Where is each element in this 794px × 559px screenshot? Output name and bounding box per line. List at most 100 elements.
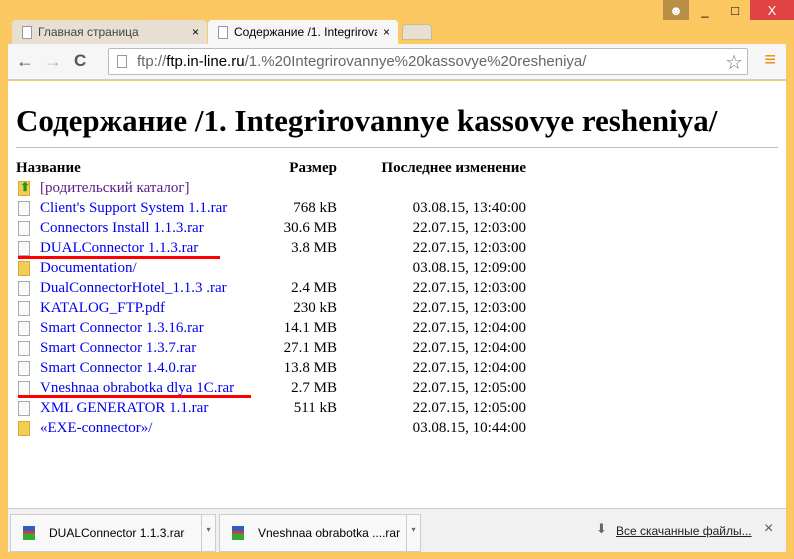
reload-button[interactable]: C (74, 51, 86, 71)
page-icon (218, 25, 228, 39)
file-size: 27.1 MB (283, 340, 337, 356)
file-link[interactable]: DualConnectorHotel_1.1.3 .rar (40, 280, 227, 297)
modified-date: 03.08.15, 13:40:00 (412, 200, 526, 216)
file-icon (18, 301, 30, 316)
close-downloads-bar-button[interactable]: × (764, 520, 773, 538)
file-icon (18, 341, 30, 356)
file-link[interactable]: DUALConnector 1.1.3.rar (40, 240, 198, 257)
file-icon (18, 361, 30, 376)
url-host: ftp.in-line.ru (166, 53, 245, 70)
modified-date: 22.07.15, 12:03:00 (412, 300, 526, 316)
red-underline-annotation (18, 256, 220, 259)
folder-icon (18, 261, 30, 276)
parent-directory-link[interactable]: [родительский каталог] (40, 180, 190, 197)
download-item[interactable]: Vneshnaa obrabotka ....rar ▾ (219, 514, 421, 552)
page-content: Содержание /1. Integrirovannye kassovye … (8, 81, 786, 508)
menu-icon[interactable]: ≡ (764, 49, 776, 72)
file-size: 2.4 MB (291, 280, 337, 296)
table-row: Smart Connector 1.4.0.rar 13.8 MB 22.07.… (8, 359, 548, 379)
file-size: 30.6 MB (283, 220, 337, 236)
download-filename: Vneshnaa obrabotka ....rar (258, 526, 401, 540)
file-link[interactable]: Smart Connector 1.3.7.rar (40, 340, 196, 357)
file-link[interactable]: Client's Support System 1.1.rar (40, 200, 227, 217)
file-icon (18, 221, 30, 236)
modified-date: 22.07.15, 12:05:00 (412, 380, 526, 396)
modified-date: 22.07.15, 12:03:00 (412, 240, 526, 256)
tab-title: Содержание /1. Integrirovannye (234, 25, 377, 39)
table-row: «EXE-connector»/ 03.08.15, 10:44:00 (8, 419, 548, 439)
file-link[interactable]: KATALOG_FTP.pdf (40, 300, 165, 317)
header-name[interactable]: Название (16, 160, 81, 177)
download-menu-dropdown[interactable]: ▾ (201, 515, 215, 551)
parent-directory-row[interactable]: ⬆ [родительский каталог] (8, 179, 548, 199)
tab-title: Главная страница (38, 25, 139, 39)
download-arrow-icon: ⬇ (596, 521, 607, 536)
download-filename: DUALConnector 1.1.3.rar (49, 526, 185, 540)
page-title: Содержание /1. Integrirovannye kassovye … (16, 103, 718, 138)
file-size: 3.8 MB (291, 240, 337, 256)
file-link[interactable]: Smart Connector 1.3.16.rar (40, 320, 204, 337)
file-link[interactable]: Connectors Install 1.1.3.rar (40, 220, 204, 237)
file-size: 13.8 MB (283, 360, 337, 376)
new-tab-button[interactable] (402, 24, 432, 40)
winrar-archive-icon (232, 526, 244, 540)
table-row: Client's Support System 1.1.rar 768 kB 0… (8, 199, 548, 219)
table-row: KATALOG_FTP.pdf 230 kB 22.07.15, 12:03:0… (8, 299, 548, 319)
file-icon (18, 241, 30, 256)
tab-home[interactable]: Главная страница × (12, 20, 207, 44)
folder-icon (18, 421, 30, 436)
download-item[interactable]: DUALConnector 1.1.3.rar ▾ (10, 514, 216, 552)
modified-date: 03.08.15, 12:09:00 (412, 260, 526, 276)
user-button[interactable]: ☻ (663, 0, 689, 20)
modified-date: 22.07.15, 12:03:00 (412, 280, 526, 296)
file-size: 2.7 MB (291, 380, 337, 396)
file-link[interactable]: XML GENERATOR 1.1.rar (40, 400, 208, 417)
tab-close-icon[interactable]: × (192, 25, 199, 39)
file-size: 230 kB (293, 300, 337, 316)
file-link[interactable]: Smart Connector 1.4.0.rar (40, 360, 196, 377)
table-row: Documentation/ 03.08.15, 12:09:00 (8, 259, 548, 279)
folder-link[interactable]: «EXE-connector»/ (40, 420, 152, 437)
parent-folder-icon: ⬆ (18, 180, 31, 196)
table-row: DualConnectorHotel_1.1.3 .rar 2.4 MB 22.… (8, 279, 548, 299)
url-path: /1.%20Integrirovannye%20kassovye%20reshe… (244, 53, 587, 70)
modified-date: 22.07.15, 12:04:00 (412, 320, 526, 336)
forward-button[interactable]: → (44, 51, 62, 72)
address-bar[interactable]: ftp://ftp.in-line.ru/1.%20Integrirovanny… (108, 48, 748, 75)
download-menu-dropdown[interactable]: ▾ (406, 515, 420, 551)
file-size: 511 kB (293, 400, 337, 416)
close-window-button[interactable]: X (750, 0, 794, 20)
tab-close-icon[interactable]: × (383, 25, 390, 39)
file-icon (18, 281, 30, 296)
table-row: Smart Connector 1.3.16.rar 14.1 MB 22.07… (8, 319, 548, 339)
back-button[interactable]: ← (16, 51, 34, 72)
modified-date: 22.07.15, 12:04:00 (412, 360, 526, 376)
file-icon (18, 321, 30, 336)
minimize-button[interactable]: _ (690, 0, 720, 20)
page-icon (22, 25, 32, 39)
modified-date: 22.07.15, 12:03:00 (412, 220, 526, 236)
tab-listing[interactable]: Содержание /1. Integrirovannye × (208, 20, 398, 44)
red-underline-annotation (18, 395, 251, 398)
file-icon (18, 381, 30, 396)
header-size[interactable]: Размер (289, 160, 337, 177)
winrar-archive-icon (23, 526, 35, 540)
modified-date: 03.08.15, 10:44:00 (412, 420, 526, 436)
toolbar: ← → C ftp://ftp.in-line.ru/1.%20Integrir… (8, 44, 786, 80)
divider (16, 147, 778, 148)
downloads-bar: DUALConnector 1.1.3.rar ▾ Vneshnaa obrab… (8, 508, 786, 552)
url-scheme: ftp:// (137, 53, 167, 70)
show-all-downloads-link[interactable]: Все скачанные файлы... (616, 524, 752, 538)
file-size: 768 kB (293, 200, 337, 216)
table-header: Название Размер Последнее изменение (8, 159, 548, 179)
modified-date: 22.07.15, 12:04:00 (412, 340, 526, 356)
table-row: Connectors Install 1.1.3.rar 30.6 MB 22.… (8, 219, 548, 239)
folder-link[interactable]: Documentation/ (40, 260, 137, 277)
file-size: 14.1 MB (283, 320, 337, 336)
maximize-button[interactable]: □ (720, 0, 750, 20)
header-modified[interactable]: Последнее изменение (381, 160, 526, 177)
table-row: Smart Connector 1.3.7.rar 27.1 MB 22.07.… (8, 339, 548, 359)
bookmark-star-icon[interactable]: ☆ (725, 50, 743, 75)
file-icon (18, 201, 30, 216)
table-row: XML GENERATOR 1.1.rar 511 kB 22.07.15, 1… (8, 399, 548, 419)
